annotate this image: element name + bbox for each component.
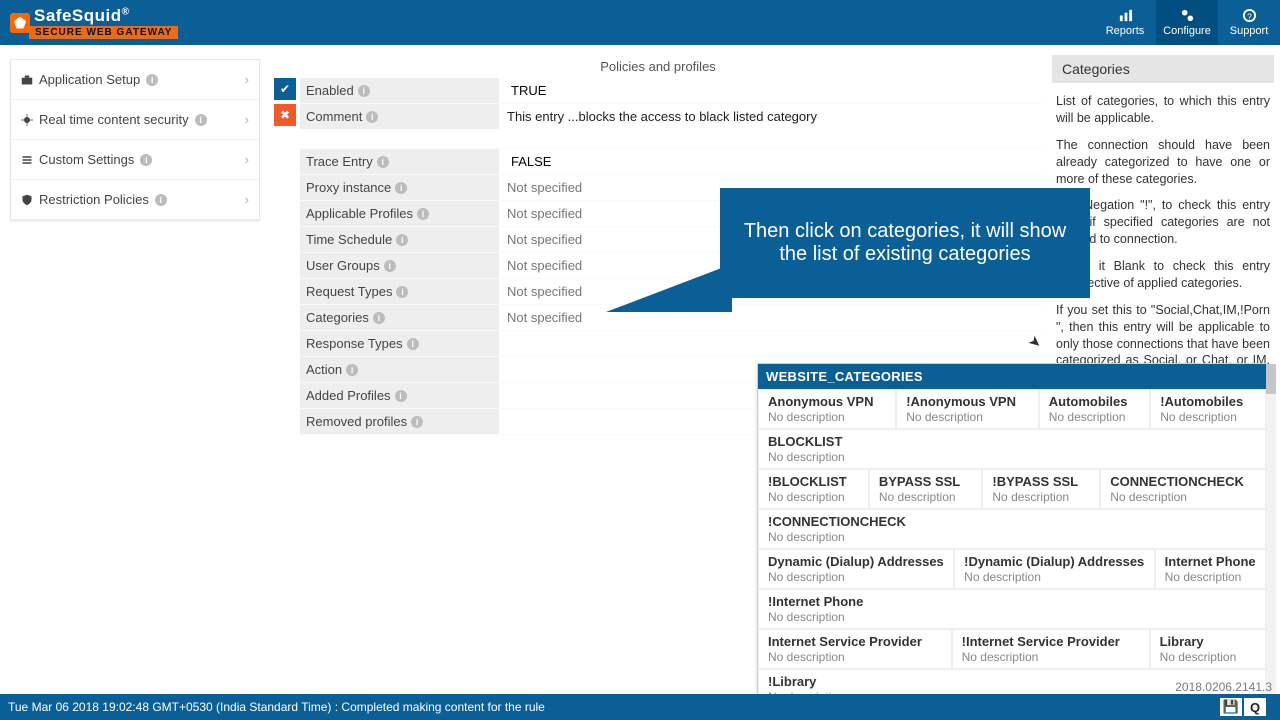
search-icon[interactable]: Q — [1244, 698, 1266, 716]
dropdown-header: WEBSITE_CATEGORIES — [758, 364, 1266, 389]
sidebar: Application Setup i › Real time content … — [6, 55, 264, 435]
categories-value[interactable]: Not specified — [499, 305, 1042, 330]
sidebar-item-app-setup[interactable]: Application Setup i › — [11, 60, 259, 100]
gears-icon — [1180, 8, 1195, 23]
category-option[interactable]: BYPASS SSLNo description — [869, 469, 983, 509]
info-icon: i — [395, 390, 407, 402]
field-label: Enabled — [306, 83, 354, 98]
category-option[interactable]: !Internet PhoneNo description — [758, 589, 1266, 629]
bug-icon — [21, 114, 33, 126]
help-panel-title: Categories — [1052, 55, 1274, 83]
help-icon: ? — [1242, 8, 1257, 23]
statusbar: Tue Mar 06 2018 19:02:48 GMT+0530 (India… — [0, 694, 1280, 720]
info-icon: i — [384, 260, 396, 272]
scrollbar-thumb[interactable] — [1266, 364, 1276, 394]
sidebar-item-label: Restriction Policies — [39, 192, 149, 207]
chevron-right-icon: › — [245, 112, 249, 127]
category-option[interactable]: !BLOCKLISTNo description — [758, 469, 869, 509]
brand-name: SafeSquid® — [34, 6, 178, 26]
nav-support[interactable]: ? Support — [1218, 0, 1280, 45]
field-label: Trace Entry — [306, 154, 373, 169]
save-icon[interactable]: 💾 — [1220, 698, 1242, 716]
sidebar-item-label: Application Setup — [39, 72, 140, 87]
category-option[interactable]: Anonymous VPNNo description — [758, 389, 896, 429]
category-option[interactable]: !Anonymous VPNNo description — [896, 389, 1039, 429]
chart-icon — [1118, 8, 1133, 23]
sidebar-item-label: Custom Settings — [39, 152, 134, 167]
trace-value[interactable]: FALSE — [499, 149, 1042, 174]
category-option[interactable]: AutomobilesNo description — [1039, 389, 1150, 429]
category-option[interactable]: !AutomobilesNo description — [1150, 389, 1266, 429]
nav-configure[interactable]: Configure — [1156, 0, 1218, 45]
field-label: Proxy instance — [306, 180, 391, 195]
sidebar-item-realtime[interactable]: Real time content security i › — [11, 100, 259, 140]
field-label: Response Types — [306, 336, 403, 351]
nav-reports[interactable]: Reports — [1094, 0, 1156, 45]
sidebar-item-label: Real time content security — [39, 112, 189, 127]
send-icon[interactable]: ➤ — [1025, 331, 1046, 353]
sidebar-item-custom[interactable]: Custom Settings i › — [11, 140, 259, 180]
info-icon: i — [411, 416, 423, 428]
scrollbar-track[interactable] — [1266, 364, 1276, 720]
status-text: Tue Mar 06 2018 19:02:48 GMT+0530 (India… — [8, 700, 545, 714]
field-label: Added Profiles — [306, 388, 391, 403]
info-icon: i — [358, 85, 370, 97]
info-icon: i — [346, 364, 358, 376]
info-icon: i — [396, 234, 408, 246]
category-option[interactable]: Internet Service ProviderNo description — [758, 629, 952, 669]
callout-pointer — [606, 264, 732, 312]
chevron-right-icon: › — [245, 152, 249, 167]
category-option[interactable]: !Dynamic (Dialup) AddressesNo descriptio… — [954, 549, 1154, 589]
category-option[interactable]: LibraryNo description — [1150, 629, 1266, 669]
topbar: SafeSquid® SECURE WEB GATEWAY Reports Co… — [0, 0, 1280, 45]
field-label: Request Types — [306, 284, 392, 299]
categories-dropdown: WEBSITE_CATEGORIES Anonymous VPNNo descr… — [757, 363, 1267, 720]
info-icon: i — [407, 338, 419, 350]
category-option[interactable]: CONNECTIONCHECKNo description — [1100, 469, 1266, 509]
category-option[interactable]: !CONNECTIONCHECKNo description — [758, 509, 1266, 549]
category-option[interactable]: Internet PhoneNo description — [1155, 549, 1266, 589]
chevron-right-icon: › — [245, 72, 249, 87]
category-option[interactable]: BLOCKLISTNo description — [758, 429, 1266, 469]
info-icon: i — [140, 154, 152, 166]
cancel-button[interactable]: ✖ — [274, 104, 296, 126]
tutorial-callout: Then click on categories, it will show t… — [720, 188, 1090, 298]
field-label: Categories — [306, 310, 369, 325]
breadcrumb: Policies and profiles — [274, 55, 1042, 78]
sidebar-item-restriction[interactable]: Restriction Policies i › — [11, 180, 259, 220]
shield-icon — [21, 194, 33, 206]
info-icon: i — [366, 111, 378, 123]
field-label: Comment — [306, 109, 362, 124]
field-label: Action — [306, 362, 342, 377]
category-option[interactable]: !Internet Service ProviderNo description — [952, 629, 1150, 669]
svg-text:?: ? — [1247, 11, 1252, 21]
brand-logo: SafeSquid® SECURE WEB GATEWAY — [0, 6, 188, 39]
briefcase-icon — [21, 74, 33, 86]
info-icon: i — [373, 312, 385, 324]
comment-value[interactable]: This entry ...blocks the access to black… — [499, 104, 1042, 129]
field-label: Removed profiles — [306, 414, 407, 429]
help-paragraph: List of categories, to which this entry … — [1056, 93, 1270, 127]
info-icon: i — [417, 208, 429, 220]
category-option[interactable]: !BYPASS SSLNo description — [982, 469, 1100, 509]
info-icon: i — [396, 286, 408, 298]
confirm-button[interactable]: ✔ — [274, 78, 296, 100]
category-option[interactable]: Dynamic (Dialup) AddressesNo description — [758, 549, 954, 589]
info-icon: i — [146, 74, 158, 86]
sliders-icon — [21, 154, 33, 166]
enabled-value[interactable]: TRUE — [499, 78, 1042, 103]
field-label: Applicable Profiles — [306, 206, 413, 221]
chevron-right-icon: › — [245, 192, 249, 207]
version-label: 2018.0206.2141.3 — [1175, 680, 1272, 694]
info-icon: i — [155, 194, 167, 206]
help-paragraph: The connection should have been already … — [1056, 137, 1270, 188]
field-label: Time Schedule — [306, 232, 392, 247]
info-icon: i — [377, 156, 389, 168]
logo-icon — [10, 13, 30, 33]
brand-tagline: SECURE WEB GATEWAY — [29, 26, 178, 39]
field-label: User Groups — [306, 258, 380, 273]
info-icon: i — [195, 114, 207, 126]
info-icon: i — [395, 182, 407, 194]
